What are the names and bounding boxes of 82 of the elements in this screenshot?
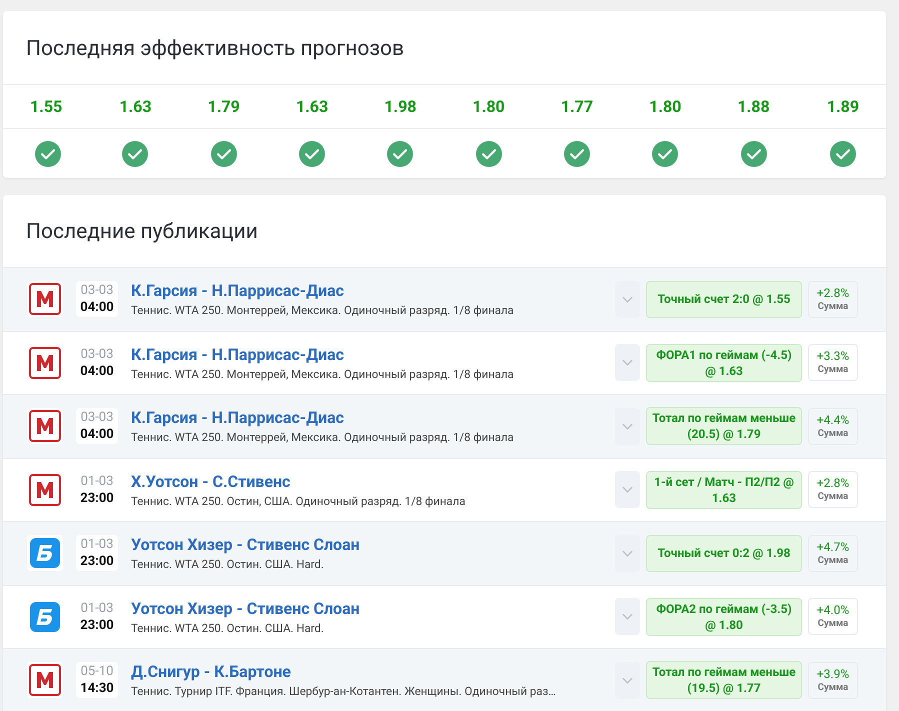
profit-label: Сумма bbox=[818, 618, 848, 630]
bet-badge: Точный счет 2:0 @ 1.55 bbox=[646, 280, 802, 318]
b-logo-icon bbox=[29, 600, 61, 633]
expand-button[interactable] bbox=[615, 471, 640, 508]
odds-value: 1.79 bbox=[208, 97, 240, 116]
match-date: 03-03 bbox=[80, 282, 114, 300]
match-link[interactable]: Д.Снигур - К.Бартоне bbox=[131, 661, 609, 684]
expand-button[interactable] bbox=[615, 598, 640, 636]
match-date: 05-10 bbox=[80, 663, 114, 680]
match-date: 01-03 bbox=[80, 536, 114, 554]
match-details: Теннис. WTA 250. Остин. США. Hard. bbox=[131, 620, 325, 636]
match-time: 23:00 bbox=[80, 553, 114, 570]
match-time: 23:00 bbox=[80, 616, 114, 634]
m-logo-icon bbox=[29, 283, 61, 316]
match-time: 23:00 bbox=[80, 490, 114, 507]
profit-value: +3.3% bbox=[816, 349, 850, 364]
match-link[interactable]: К.Гарсия - Н.Паррисас-Диас bbox=[131, 344, 609, 366]
chevron-icon bbox=[622, 422, 633, 430]
section-title: Последняя эффективность прогнозов bbox=[25, 36, 405, 63]
section-title: Последние публикации bbox=[25, 219, 259, 246]
bet-badge: Тотал по геймам меньше (19.5) @ 1.77 bbox=[646, 661, 802, 700]
match-link[interactable]: К.Гарсия - Н.Паррисас-Диас bbox=[131, 280, 609, 302]
bet-badge: Точный счет 0:2 @ 1.98 bbox=[646, 534, 802, 572]
match-details: Теннис. WTA 250. Монтеррей, Мексика. Одиночный разряд. 1/8 финала bbox=[131, 366, 515, 382]
profit-value: +3.9% bbox=[816, 666, 850, 682]
profit-label: Сумма bbox=[818, 682, 848, 694]
odds-value: 1.88 bbox=[737, 97, 770, 116]
match-details: Теннис. WTA 250. Остин. США. Hard. bbox=[131, 556, 325, 572]
match-details: Теннис. WTA 250. Монтеррей, Мексика. Одиночный разряд. 1/8 финала bbox=[131, 429, 515, 446]
m-logo-icon bbox=[29, 410, 61, 442]
profit-value: +2.8% bbox=[816, 476, 850, 492]
match-time: 04:00 bbox=[80, 362, 114, 380]
expand-button[interactable] bbox=[615, 344, 640, 382]
profit-label: Сумма bbox=[818, 554, 848, 567]
odds-value: 1.63 bbox=[296, 97, 328, 116]
odds-value: 1.55 bbox=[30, 97, 62, 116]
chevron-icon bbox=[622, 296, 633, 303]
odds-value: 1.80 bbox=[472, 97, 505, 116]
match-date: 01-03 bbox=[80, 600, 114, 617]
chevron-icon bbox=[622, 359, 633, 366]
m-logo-icon bbox=[29, 474, 61, 506]
match-time: 14:30 bbox=[80, 680, 114, 698]
expand-button[interactable] bbox=[615, 408, 640, 445]
match-link[interactable]: Х.Уотсон - С.Стивенс bbox=[131, 470, 609, 493]
profit-value: +4.0% bbox=[816, 603, 850, 618]
b-logo-icon bbox=[29, 537, 61, 570]
match-date: 03-03 bbox=[80, 346, 114, 363]
bet-badge: 1-й сет / Матч - П2/П2 @ 1.63 bbox=[646, 470, 802, 509]
odds-value: 1.89 bbox=[826, 97, 859, 116]
match-link[interactable]: Уотсон Хизер - Стивенс Слоан bbox=[131, 598, 609, 620]
expand-button[interactable] bbox=[615, 662, 640, 699]
match-time: 04:00 bbox=[80, 299, 114, 316]
profit-label: Сумма bbox=[818, 428, 848, 440]
match-details: Теннис. WTA 250. Монтеррей, Мексика. Одиночный разряд. 1/8 финала bbox=[131, 302, 515, 318]
match-details: Теннис. Турнир ITF. Франция. Шербур-ан-Котантен. Женщины. Одиночный раз… bbox=[131, 683, 557, 700]
profit-value: +4.7% bbox=[816, 540, 850, 555]
odds-value: 1.77 bbox=[560, 97, 594, 116]
profit-value: +2.8% bbox=[816, 286, 850, 301]
bet-badge: ФОРА2 по геймам (-3.5) @ 1.80 bbox=[646, 598, 802, 636]
odds-value: 1.98 bbox=[384, 97, 416, 116]
chevron-icon bbox=[622, 550, 633, 557]
profit-label: Сумма bbox=[818, 300, 848, 313]
chevron-icon bbox=[622, 486, 633, 494]
bet-badge: Тотал по геймам меньше (20.5) @ 1.79 bbox=[646, 407, 802, 446]
chevron-icon bbox=[622, 676, 633, 684]
expand-button[interactable] bbox=[615, 280, 640, 318]
odds-value: 1.80 bbox=[649, 97, 682, 116]
match-date: 01-03 bbox=[80, 472, 114, 490]
chevron-icon bbox=[622, 613, 633, 620]
m-logo-icon bbox=[29, 346, 61, 379]
m-logo-icon bbox=[29, 664, 61, 696]
profit-label: Сумма bbox=[818, 491, 848, 504]
match-date: 03-03 bbox=[80, 409, 114, 426]
profit-value: +4.4% bbox=[816, 412, 850, 428]
match-details: Теннис. WTA 250. Остин, США. Одиночный разряд. 1/8 финала bbox=[131, 492, 466, 509]
expand-button[interactable] bbox=[615, 534, 640, 572]
match-link[interactable]: Уотсон Хизер - Стивенс Слоан bbox=[131, 534, 609, 556]
match-link[interactable]: К.Гарсия - Н.Паррисас-Диас bbox=[131, 407, 609, 430]
profit-label: Сумма bbox=[818, 364, 848, 376]
bet-badge: ФОРА1 по геймам (-4.5) @ 1.63 bbox=[646, 344, 802, 382]
match-time: 04:00 bbox=[80, 426, 114, 444]
odds-value: 1.63 bbox=[119, 97, 152, 116]
